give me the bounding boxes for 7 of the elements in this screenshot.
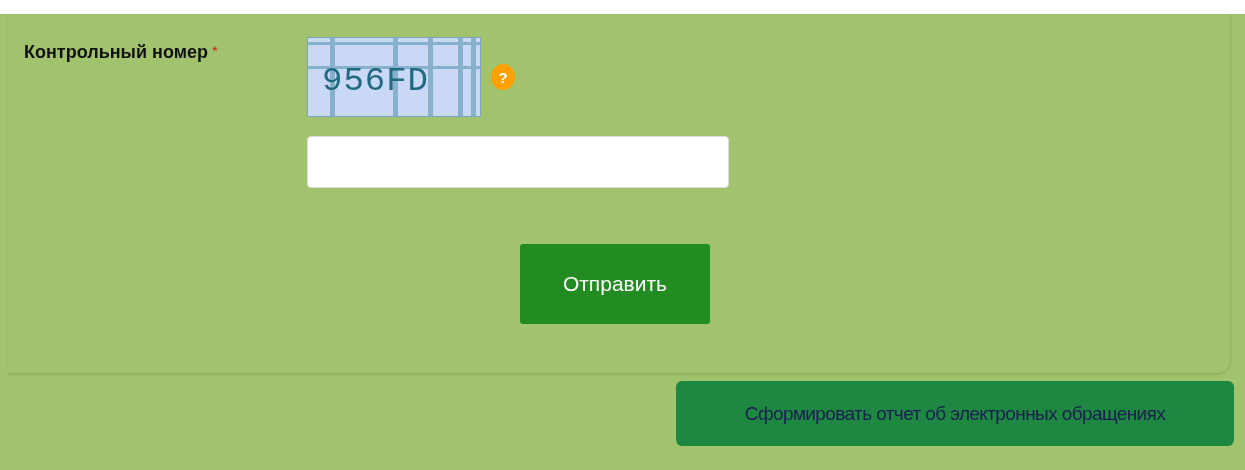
captcha-input[interactable] xyxy=(307,136,729,188)
required-mark: * xyxy=(212,42,218,59)
submit-button[interactable]: Отправить xyxy=(520,244,710,324)
field-label: Контрольный номер xyxy=(24,42,208,62)
help-icon[interactable]: ? xyxy=(491,64,515,90)
captcha-image: 956FD xyxy=(307,37,481,117)
report-button[interactable]: Сформировать отчет об электронных обращениях xyxy=(676,381,1234,446)
